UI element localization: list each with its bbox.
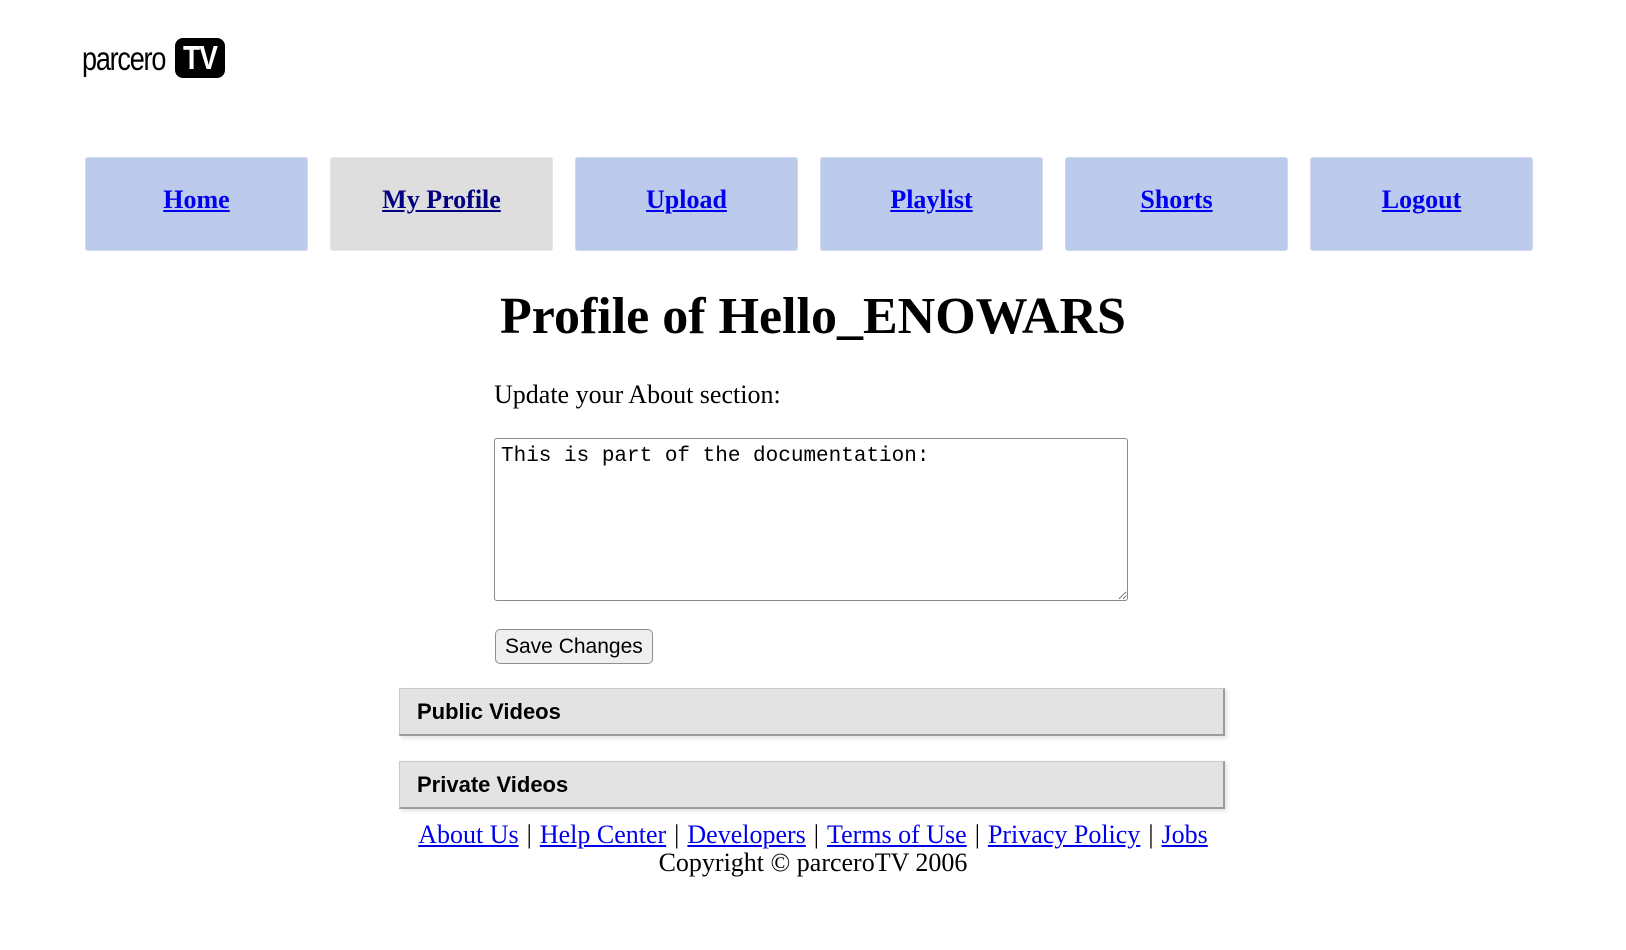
page-title: Profile of Hello_ENOWARS	[500, 288, 1126, 345]
private-videos-section[interactable]: Private Videos	[399, 761, 1225, 809]
nav-item-upload[interactable]: Upload	[575, 157, 798, 251]
nav-link-playlist[interactable]: Playlist	[890, 185, 972, 215]
private-videos-label: Private Videos	[417, 771, 569, 797]
page: parcero TV Home My Profile Upload Playli…	[0, 0, 1626, 950]
footer-link-developers[interactable]: Developers	[687, 820, 805, 849]
site-logo[interactable]: parcero TV	[82, 38, 225, 78]
logo-badge-text: TV	[182, 39, 218, 76]
footer-link-help-center[interactable]: Help Center	[540, 820, 666, 849]
nav-item-home[interactable]: Home	[85, 157, 308, 251]
footer-separator: |	[813, 820, 820, 849]
about-label: Update your About section:	[494, 380, 781, 409]
footer-separator: |	[674, 820, 680, 849]
nav-link-upload[interactable]: Upload	[646, 185, 727, 215]
footer-link-about-us[interactable]: About Us	[418, 820, 518, 849]
nav-link-logout[interactable]: Logout	[1382, 185, 1461, 215]
logo-wordmark: parcero	[82, 39, 166, 77]
nav-link-my-profile[interactable]: My Profile	[382, 185, 501, 215]
nav-link-shorts[interactable]: Shorts	[1140, 185, 1212, 215]
nav-item-my-profile[interactable]: My Profile	[330, 157, 553, 251]
footer-link-privacy-policy[interactable]: Privacy Policy	[988, 820, 1140, 849]
footer-separator: |	[1148, 820, 1154, 849]
nav-item-shorts[interactable]: Shorts	[1065, 157, 1288, 251]
footer-separator: |	[974, 820, 980, 849]
nav-link-home[interactable]: Home	[163, 185, 229, 215]
footer-link-jobs[interactable]: Jobs	[1162, 820, 1208, 849]
copyright-text: Copyright © parceroTV 2006	[658, 848, 968, 877]
main-nav: Home My Profile Upload Playlist Shorts L…	[85, 157, 1533, 251]
footer-link-terms-of-use[interactable]: Terms of Use	[827, 820, 967, 849]
about-textarea[interactable]: This is part of the documentation:	[494, 438, 1128, 601]
nav-item-playlist[interactable]: Playlist	[820, 157, 1043, 251]
public-videos-section[interactable]: Public Videos	[399, 688, 1225, 736]
footer-links: About Us | Help Center | Developers | Terms of…	[0, 820, 1626, 850]
footer-separator: |	[526, 820, 532, 849]
logo-tv-badge: TV	[175, 38, 225, 78]
nav-item-logout[interactable]: Logout	[1310, 157, 1533, 251]
public-videos-label: Public Videos	[417, 698, 561, 724]
save-changes-button[interactable]: Save Changes	[495, 629, 653, 664]
